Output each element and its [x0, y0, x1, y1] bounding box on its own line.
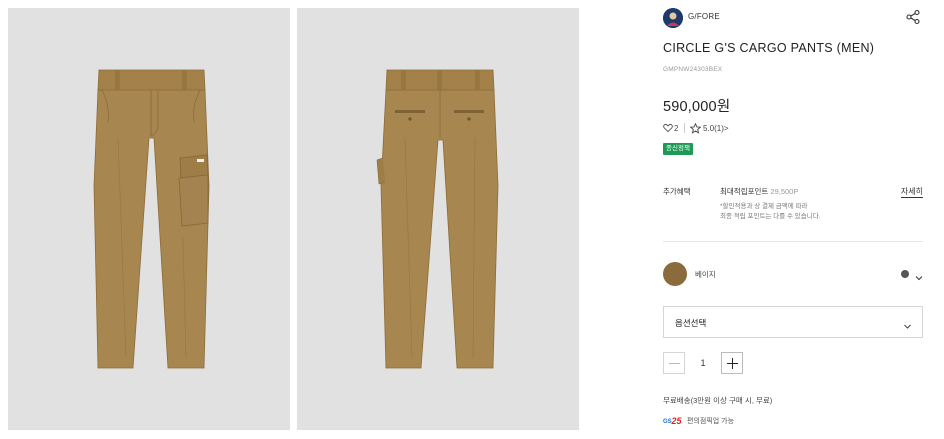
max-points: 최대적립포인트 29,500P: [720, 186, 798, 197]
quantity-increase-button[interactable]: [721, 352, 743, 374]
points-note-line2: 최종 적립 포인트는 다를 수 있습니다.: [720, 213, 821, 220]
brand-logo[interactable]: [663, 8, 683, 28]
quantity-decrease-button[interactable]: [663, 352, 685, 374]
quantity-value[interactable]: 1: [685, 352, 721, 374]
star-icon: [689, 122, 702, 134]
benefits-label: 추가혜택: [663, 187, 691, 196]
heart-icon[interactable]: [663, 123, 673, 133]
section-divider: [663, 241, 923, 242]
product-gallery: [8, 8, 648, 430]
brand-name[interactable]: G/FORE: [688, 12, 720, 21]
option-select[interactable]: 옵션선택: [663, 306, 923, 338]
status-badge: 종신정책: [663, 143, 693, 155]
share-icon[interactable]: [905, 9, 921, 25]
pants-back-illustration: [376, 69, 499, 369]
color-swatch: [663, 262, 687, 286]
product-image-front[interactable]: [8, 8, 290, 430]
product-info-panel: G/FORE CIRCLE G'S CARGO PANTS (MEN) GMPN…: [663, 0, 923, 439]
color-option[interactable]: 베이지: [663, 262, 923, 286]
stats-divider: [684, 123, 685, 133]
shipping-info: 무료배송(3만원 이상 구매 시, 무료): [663, 396, 773, 405]
gs25-logo: GS 25: [663, 414, 685, 426]
like-count: 2: [674, 124, 679, 133]
brand-row: G/FORE: [663, 8, 923, 28]
pants-front-illustration: [93, 69, 210, 369]
svg-text:GS: GS: [663, 419, 672, 425]
review-rating-link[interactable]: 5.0(1)>: [703, 124, 729, 133]
color-dot: [901, 270, 909, 278]
color-name: 베이지: [695, 270, 716, 279]
option-select-label: 옵션선택: [675, 318, 707, 328]
chevron-down-icon: [903, 318, 912, 329]
svg-text:25: 25: [671, 416, 683, 426]
max-points-label: 최대적립포인트: [720, 187, 769, 196]
points-note: *할인적용과 상 결제 금액에 따라 최종 적립 포인트는 다를 수 있습니다.: [720, 202, 821, 222]
pickup-text: 편의점픽업 가능: [687, 418, 735, 425]
product-image-back[interactable]: [297, 8, 579, 430]
benefit-detail-link[interactable]: 자세히: [900, 186, 923, 198]
product-code: GMPNW24303BEX: [663, 66, 723, 73]
points-note-line1: *할인적용과 상 결제 금액에 따라: [720, 203, 808, 210]
max-points-value: 29,500P: [770, 187, 799, 196]
chevron-down-icon[interactable]: [915, 269, 923, 281]
product-price: 590,000원: [663, 99, 731, 115]
product-title: CIRCLE G'S CARGO PANTS (MEN): [663, 41, 875, 55]
